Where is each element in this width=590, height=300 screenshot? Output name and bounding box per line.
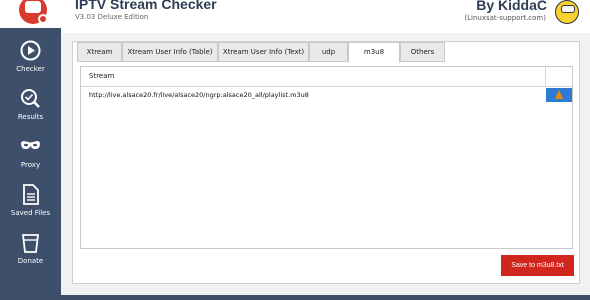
sidebar-item-label: Saved Files (10, 209, 51, 217)
app-title: IPTV Stream Checker (75, 0, 217, 12)
table-row[interactable]: http://live.alsace20.fr/live/alsace20/ng… (81, 88, 572, 102)
tv-icon (25, 1, 41, 13)
vlc-icon (555, 90, 563, 99)
tab-xtream[interactable]: Xtream (77, 42, 122, 62)
sidebar-item-label: Checker (16, 65, 45, 73)
stream-grid: Stream http://live.alsace20.fr/live/alsa… (80, 66, 573, 249)
play-circle-icon (20, 40, 41, 61)
mask-icon (21, 141, 40, 149)
save-m3u8-button[interactable]: Save to m3u8.txt (501, 255, 574, 276)
header: IPTV Stream Checker V3.03 Deluxe Edition… (0, 0, 590, 33)
tab-m3u8[interactable]: m3u8 (348, 42, 400, 63)
stream-url[interactable]: http://live.alsace20.fr/live/alsace20/ng… (89, 91, 309, 99)
vlc-play-button[interactable] (546, 88, 572, 102)
bottom-bar (0, 295, 590, 300)
sidebar-item-proxy[interactable]: Proxy (0, 130, 61, 178)
cup-icon (21, 234, 40, 253)
check-badge-icon (38, 14, 48, 24)
tab-xtream-user-info-table[interactable]: Xtream User Info (Table) (122, 42, 218, 62)
document-icon (23, 184, 39, 205)
sidebar-item-checker[interactable]: Checker (0, 34, 61, 82)
sidebar-item-label: Donate (17, 257, 44, 265)
column-divider (545, 67, 546, 87)
sidebar-item-saved-files[interactable]: Saved Files (0, 178, 61, 226)
search-check-icon (21, 89, 40, 108)
author-site: (Linuxsat-support.com) (464, 14, 546, 22)
sidebar-item-label: Proxy (20, 161, 41, 169)
tab-others[interactable]: Others (400, 42, 445, 62)
tab-udp[interactable]: udp (309, 42, 348, 62)
app-version: V3.03 Deluxe Edition (75, 13, 149, 21)
sidebar-item-donate[interactable]: Donate (0, 226, 61, 274)
app-window: IPTV Stream Checker V3.03 Deluxe Edition… (0, 0, 590, 300)
mascot-icon (555, 0, 579, 24)
sidebar-item-results[interactable]: Results (0, 82, 61, 130)
grid-header: Stream (81, 67, 572, 87)
app-logo-icon (19, 0, 48, 24)
author-name: By KiddaC (476, 0, 547, 13)
tab-xtream-user-info-text[interactable]: Xtream User Info (Text) (218, 42, 309, 62)
column-header-stream[interactable]: Stream (89, 72, 114, 80)
sidebar-item-label: Results (17, 113, 44, 121)
sidebar: Checker Results Proxy Saved Files Donate (0, 28, 61, 300)
